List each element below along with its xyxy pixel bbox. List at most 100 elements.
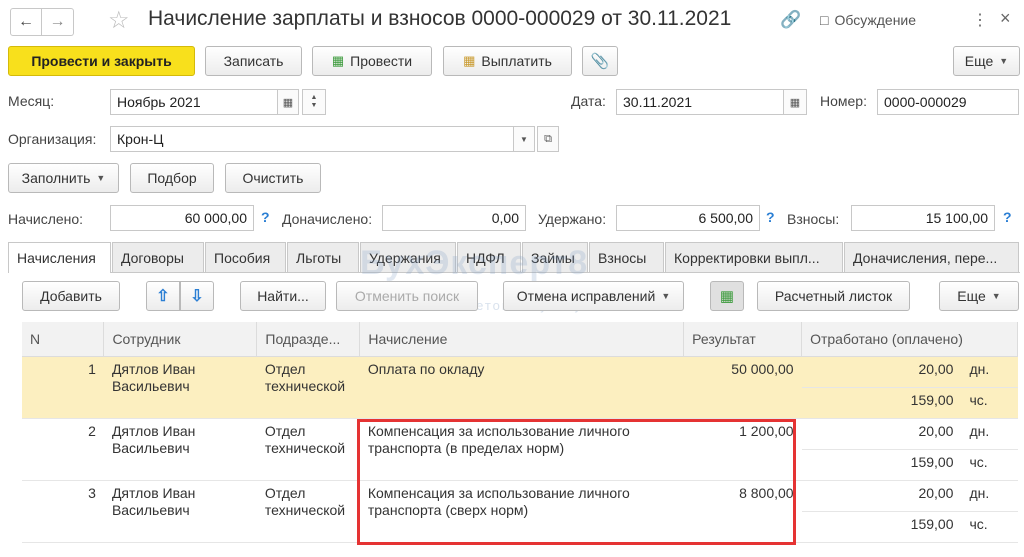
more-button[interactable]: Еще ▼ bbox=[953, 46, 1020, 76]
post-button[interactable]: ▦ Провести bbox=[312, 46, 432, 76]
col-header-accrual[interactable]: Начисление bbox=[359, 322, 685, 357]
post-and-close-button[interactable]: Провести и закрыть bbox=[8, 46, 195, 76]
attach-button[interactable]: 📎 bbox=[582, 46, 618, 76]
arrow-right-icon: → bbox=[49, 13, 66, 30]
employee-cell: Дятлов Иван Васильевич bbox=[103, 480, 257, 543]
col-header-worked[interactable]: Отработано (оплачено) bbox=[801, 322, 1018, 357]
chevron-down-icon: ▼ bbox=[999, 56, 1009, 66]
department-cell: Отдел технической bbox=[256, 356, 360, 419]
pay-button[interactable]: ▦ Выплатить bbox=[443, 46, 572, 76]
month-calendar-button[interactable]: ▦ bbox=[277, 89, 299, 115]
contributions-field[interactable]: 15 100,00 bbox=[851, 205, 995, 231]
table-header-row: N Сотрудник Подразде... Начисление Резул… bbox=[22, 322, 1018, 357]
cancel-search-button[interactable]: Отменить поиск bbox=[336, 281, 478, 311]
accrual-cell: Компенсация за использование личного тра… bbox=[359, 480, 684, 543]
organization-dropdown-button[interactable]: ▼ bbox=[513, 126, 535, 152]
row-number: 2 bbox=[22, 418, 104, 481]
cancel-corrections-button[interactable]: Отмена исправлений ▼ bbox=[503, 281, 684, 311]
tab-ndfl[interactable]: НДФЛ bbox=[457, 242, 521, 272]
accrued-value: 60 000,00 bbox=[184, 210, 247, 226]
discussion-button[interactable]: □ Обсуждение bbox=[820, 12, 916, 28]
table-row[interactable]: 1 Дятлов Иван Васильевич Отдел техническ… bbox=[22, 356, 1018, 419]
table-more-button[interactable]: Еще ▼ bbox=[939, 281, 1019, 311]
number-label: Номер: bbox=[820, 93, 867, 109]
hours-unit-cell: чс. bbox=[961, 511, 1018, 543]
tab-privileges[interactable]: Льготы bbox=[287, 242, 359, 272]
contributions-help-icon[interactable]: ? bbox=[1003, 209, 1012, 225]
tab-deductions[interactable]: Удержания bbox=[360, 242, 456, 272]
department-cell: Отдел технической bbox=[256, 418, 360, 481]
hours-unit-cell: чс. bbox=[961, 449, 1018, 481]
month-field[interactable]: Ноябрь 2021 bbox=[110, 89, 278, 115]
table-settings-button[interactable]: ▦ bbox=[710, 281, 744, 311]
tab-loans[interactable]: Займы bbox=[522, 242, 588, 272]
save-button[interactable]: Записать bbox=[205, 46, 302, 76]
add-button[interactable]: Добавить bbox=[22, 281, 120, 311]
contributions-value: 15 100,00 bbox=[925, 210, 988, 226]
paperclip-icon: 📎 bbox=[590, 53, 610, 70]
employee-cell: Дятлов Иван Васильевич bbox=[103, 356, 257, 419]
more-menu-icon[interactable]: ⋮ bbox=[972, 10, 988, 30]
accrued-label: Начислено: bbox=[8, 211, 84, 227]
pay-doc-icon: ▦ bbox=[463, 53, 476, 68]
clear-button[interactable]: Очистить bbox=[225, 163, 321, 193]
link-icon[interactable]: 🔗 bbox=[780, 10, 801, 30]
days-cell: 20,00 bbox=[801, 418, 962, 450]
tab-accruals[interactable]: Начисления bbox=[8, 242, 111, 273]
move-up-button[interactable]: ⇧ bbox=[146, 281, 180, 311]
organization-open-button[interactable]: ⧉ bbox=[537, 126, 559, 152]
col-header-department[interactable]: Подразде... bbox=[256, 322, 361, 357]
withheld-field[interactable]: 6 500,00 bbox=[616, 205, 760, 231]
add-label: Добавить bbox=[40, 288, 102, 304]
close-icon[interactable]: × bbox=[1000, 8, 1011, 29]
clear-label: Очистить bbox=[242, 170, 304, 186]
forward-button[interactable]: → bbox=[42, 8, 74, 36]
arrow-left-icon: ← bbox=[18, 13, 34, 30]
result-cell: 8 800,00 bbox=[683, 480, 802, 543]
fill-button[interactable]: Заполнить ▼ bbox=[8, 163, 119, 193]
tab-benefits[interactable]: Пособия bbox=[205, 242, 286, 272]
date-label: Дата: bbox=[571, 93, 606, 109]
col-header-result[interactable]: Результат bbox=[683, 322, 803, 357]
favorite-star-icon[interactable]: ☆ bbox=[108, 6, 130, 35]
row-number: 1 bbox=[22, 356, 104, 419]
calendar-icon: ▦ bbox=[282, 96, 294, 109]
accrued-field[interactable]: 60 000,00 bbox=[110, 205, 254, 231]
month-label: Месяц: bbox=[8, 93, 55, 109]
hours-cell: 159,00 bbox=[801, 511, 962, 543]
payslip-label: Расчетный листок bbox=[774, 288, 893, 304]
move-down-button[interactable]: ⇩ bbox=[180, 281, 214, 311]
date-field[interactable]: 30.11.2021 bbox=[616, 89, 784, 115]
withheld-help-icon[interactable]: ? bbox=[766, 209, 775, 225]
tab-contracts[interactable]: Договоры bbox=[112, 242, 204, 272]
select-button[interactable]: Подбор bbox=[130, 163, 214, 193]
chat-icon: □ bbox=[820, 12, 829, 28]
days-unit-cell: дн. bbox=[961, 356, 1018, 388]
month-stepper[interactable]: ▲ ▼ bbox=[302, 89, 326, 115]
tab-contributions[interactable]: Взносы bbox=[589, 242, 664, 272]
col-header-n[interactable]: N bbox=[22, 322, 105, 357]
number-field[interactable]: 0000-000029 bbox=[877, 89, 1019, 115]
save-label: Записать bbox=[223, 53, 284, 69]
days-cell: 20,00 bbox=[801, 480, 962, 512]
withheld-label: Удержано: bbox=[538, 211, 607, 227]
table-row[interactable]: 2 Дятлов Иван Васильевич Отдел техническ… bbox=[22, 418, 1018, 481]
back-button[interactable]: ← bbox=[10, 8, 42, 36]
accrued-help-icon[interactable]: ? bbox=[261, 209, 270, 225]
extra-accrued-field[interactable]: 0,00 bbox=[382, 205, 526, 231]
organization-value: Крон-Ц bbox=[117, 131, 164, 147]
tab-payment-corrections[interactable]: Корректировки выпл... bbox=[665, 242, 843, 272]
number-value: 0000-000029 bbox=[884, 94, 967, 110]
tab-additional-accruals[interactable]: Доначисления, пере... bbox=[844, 242, 1019, 272]
table-row[interactable]: 3 Дятлов Иван Васильевич Отдел техническ… bbox=[22, 480, 1018, 543]
date-calendar-button[interactable]: ▦ bbox=[783, 89, 807, 115]
days-unit-cell: дн. bbox=[961, 480, 1018, 512]
find-button[interactable]: Найти... bbox=[240, 281, 326, 311]
payslip-button[interactable]: Расчетный листок bbox=[757, 281, 910, 311]
arrow-up-icon: ⇧ bbox=[156, 288, 170, 305]
discussion-label: Обсуждение bbox=[834, 12, 917, 28]
organization-field[interactable]: Крон-Ц bbox=[110, 126, 514, 152]
hours-unit-cell: чс. bbox=[961, 387, 1018, 419]
col-header-employee[interactable]: Сотрудник bbox=[103, 322, 258, 357]
days-unit-cell: дн. bbox=[961, 418, 1018, 450]
